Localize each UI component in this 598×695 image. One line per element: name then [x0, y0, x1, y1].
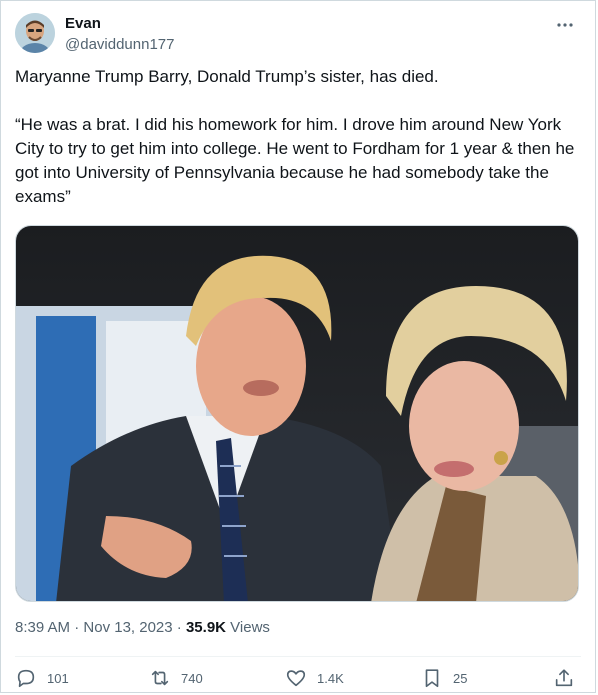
like-count: 1.4K — [317, 670, 344, 686]
tweet-meta: 8:39 AM · Nov 13, 2023 · 35.9K Views — [15, 619, 270, 636]
repost-button[interactable]: 740 — [149, 665, 203, 691]
reply-button[interactable]: 101 — [15, 665, 69, 691]
like-button[interactable]: 1.4K — [285, 665, 344, 691]
reply-bubble-icon — [17, 669, 35, 688]
share-upload-icon — [555, 669, 573, 687]
bookmark-icon — [425, 669, 439, 688]
divider — [15, 656, 581, 657]
tweet-date[interactable]: Nov 13, 2023 — [83, 619, 172, 636]
tweet-card: Evan @daviddunn177 Maryanne Trump Barry,… — [0, 0, 596, 693]
meta-separator: · — [176, 619, 182, 636]
tweet-text: Maryanne Trump Barry, Donald Trump’s sis… — [15, 65, 583, 209]
repost-count: 740 — [181, 670, 203, 686]
tweet-header: Evan @daviddunn177 — [15, 11, 581, 59]
bookmark-button[interactable]: 25 — [421, 665, 467, 691]
heart-icon — [286, 670, 306, 687]
views-label: Views — [230, 619, 270, 636]
repost-arrows-icon — [151, 670, 169, 686]
author-display-name[interactable]: Evan — [65, 15, 101, 32]
author-handle[interactable]: @daviddunn177 — [65, 36, 174, 53]
avatar[interactable] — [15, 13, 55, 53]
action-bar: 101 740 1.4K 25 — [15, 665, 585, 691]
views-count: 35.9K — [185, 619, 226, 636]
bookmark-count: 25 — [453, 670, 468, 686]
meta-separator: · — [74, 619, 80, 636]
tweet-photo[interactable] — [15, 225, 579, 602]
tweet-paragraph: Maryanne Trump Barry, Donald Trump’s sis… — [15, 67, 439, 86]
tweet-time[interactable]: 8:39 AM — [15, 619, 70, 636]
tweet-paragraph: “He was a brat. I did his homework for h… — [15, 115, 575, 206]
more-dots-icon[interactable] — [553, 13, 577, 37]
reply-count: 101 — [47, 670, 69, 686]
share-button[interactable] — [553, 665, 575, 691]
